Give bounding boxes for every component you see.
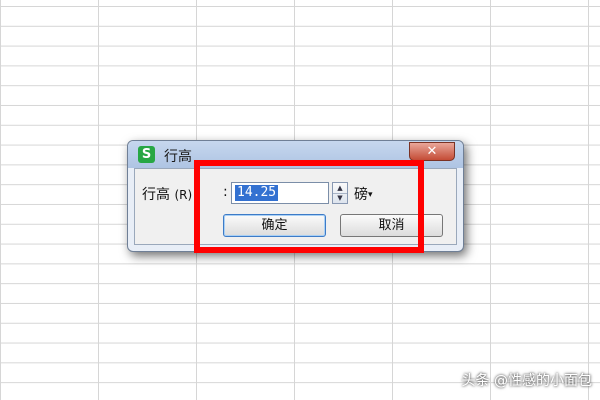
row-height-shortcut: (R): [174, 188, 193, 202]
watermark-text: 头条 @性感的小面包: [461, 373, 592, 389]
close-button[interactable]: ✕: [409, 142, 455, 161]
red-highlight-frame: [194, 160, 424, 253]
row-height-label-text: 行高: [142, 187, 170, 203]
dialog-title: 行高: [164, 149, 192, 165]
close-icon: ✕: [426, 144, 438, 159]
wps-spreadsheet-icon: S: [138, 146, 155, 163]
row-height-label: 行高 (R): [142, 184, 192, 204]
